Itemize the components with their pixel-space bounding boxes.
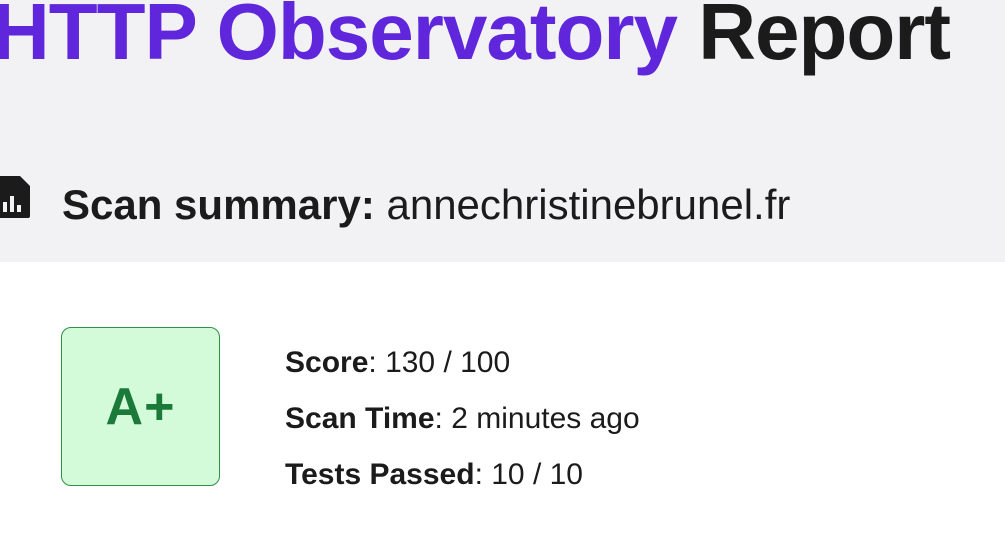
tests-passed-separator: :	[474, 458, 492, 491]
scan-summary-label: Scan summary:	[62, 181, 375, 228]
page-title: HTTP Observatory Report	[0, 0, 951, 80]
score-stat: Score: 130 / 100	[285, 335, 640, 391]
scanned-domain: annechristinebrunel.fr	[386, 181, 791, 228]
scan-time-separator: :	[434, 402, 452, 435]
grade-badge: A+	[61, 327, 220, 486]
tests-passed-value: 10 / 10	[491, 458, 583, 491]
score-value: 130 / 100	[385, 346, 511, 379]
scan-summary-text: Scan summary: annechristinebrunel.fr	[62, 180, 790, 230]
report-document-icon	[0, 176, 32, 218]
scan-time-value: 2 minutes ago	[451, 402, 640, 435]
tests-passed-label: Tests Passed	[285, 458, 475, 491]
scan-time-stat: Scan Time: 2 minutes ago	[285, 391, 640, 447]
scan-stats: Score: 130 / 100 Scan Time: 2 minutes ag…	[285, 335, 640, 503]
tests-passed-stat: Tests Passed: 10 / 10	[285, 447, 640, 503]
score-label: Score	[285, 346, 369, 379]
scan-time-label: Scan Time	[285, 402, 435, 435]
score-separator: :	[368, 346, 386, 379]
scan-summary-heading: Scan summary: annechristinebrunel.fr	[0, 170, 1005, 240]
report-page: HTTP Observatory Report Scan summary: an…	[0, 0, 1005, 552]
page-title-accent: HTTP Observatory	[0, 0, 678, 76]
page-title-rest: Report	[698, 0, 951, 76]
grade-value: A+	[105, 377, 176, 436]
